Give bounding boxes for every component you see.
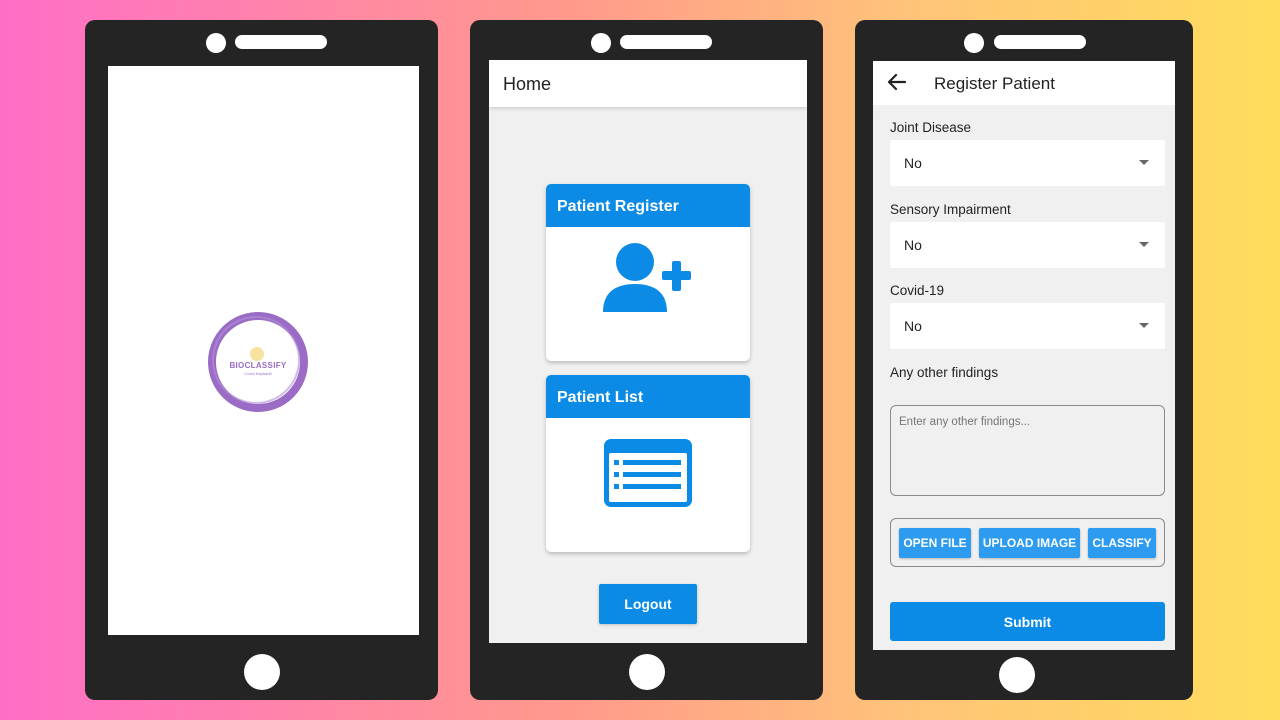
open-file-button[interactable]: OPEN FILE: [899, 528, 971, 558]
patient-list-card[interactable]: Patient List: [546, 375, 750, 552]
select-value: No: [904, 155, 922, 171]
findings-label: Any other findings: [890, 365, 999, 380]
speaker: [620, 35, 712, 49]
home-button[interactable]: [629, 654, 665, 690]
page-title: Register Patient: [934, 74, 1055, 93]
add-user-icon: [603, 243, 691, 312]
register-screen: Register Patient Joint Disease No Sensor…: [873, 61, 1175, 650]
covid-19-select[interactable]: No: [890, 303, 1165, 349]
chevron-down-icon: [1139, 323, 1149, 328]
select-value: No: [904, 318, 922, 334]
action-button-group: OPEN FILE UPLOAD IMAGE CLASSIFY: [890, 518, 1165, 567]
speaker: [235, 35, 327, 49]
arrow-left-icon[interactable]: [887, 72, 907, 92]
joint-disease-select[interactable]: No: [890, 140, 1165, 186]
speaker: [994, 35, 1086, 49]
app-bar: Home: [489, 60, 807, 107]
app-logo: BioClassify Covid Kaphanit: [205, 309, 311, 415]
findings-input[interactable]: [890, 405, 1165, 496]
phone-splash: BioClassify Covid Kaphanit: [85, 20, 438, 700]
joint-disease-label: Joint Disease: [890, 120, 972, 135]
home-button[interactable]: [999, 657, 1035, 693]
logout-button[interactable]: Logout: [599, 584, 697, 624]
card-title: Patient Register: [546, 184, 750, 227]
upload-image-button[interactable]: UPLOAD IMAGE: [979, 528, 1080, 558]
sensory-impairment-select[interactable]: No: [890, 222, 1165, 268]
splash-screen: BioClassify Covid Kaphanit: [108, 66, 419, 635]
app-bar: Register Patient: [873, 61, 1175, 105]
classify-button[interactable]: CLASSIFY: [1088, 528, 1156, 558]
covid-19-label: Covid-19: [890, 283, 945, 298]
chevron-down-icon: [1139, 242, 1149, 247]
camera: [206, 33, 226, 53]
patient-register-card[interactable]: Patient Register: [546, 184, 750, 361]
phone-home: Home Patient Register Patient List Logou…: [470, 20, 823, 700]
phone-register: Register Patient Joint Disease No Sensor…: [855, 20, 1193, 700]
card-title: Patient List: [546, 375, 750, 418]
select-value: No: [904, 237, 922, 253]
chevron-down-icon: [1139, 160, 1149, 165]
list-icon: [604, 439, 692, 507]
page-title: Home: [503, 74, 552, 94]
logo-subtext: Covid Kaphanit: [244, 371, 272, 376]
logo-text: BioClassify: [229, 361, 287, 370]
sensory-impairment-label: Sensory Impairment: [890, 202, 1011, 217]
home-button[interactable]: [244, 654, 280, 690]
camera: [964, 33, 984, 53]
submit-button[interactable]: Submit: [890, 602, 1165, 641]
home-screen: Home Patient Register Patient List Logou…: [489, 60, 807, 643]
camera: [591, 33, 611, 53]
